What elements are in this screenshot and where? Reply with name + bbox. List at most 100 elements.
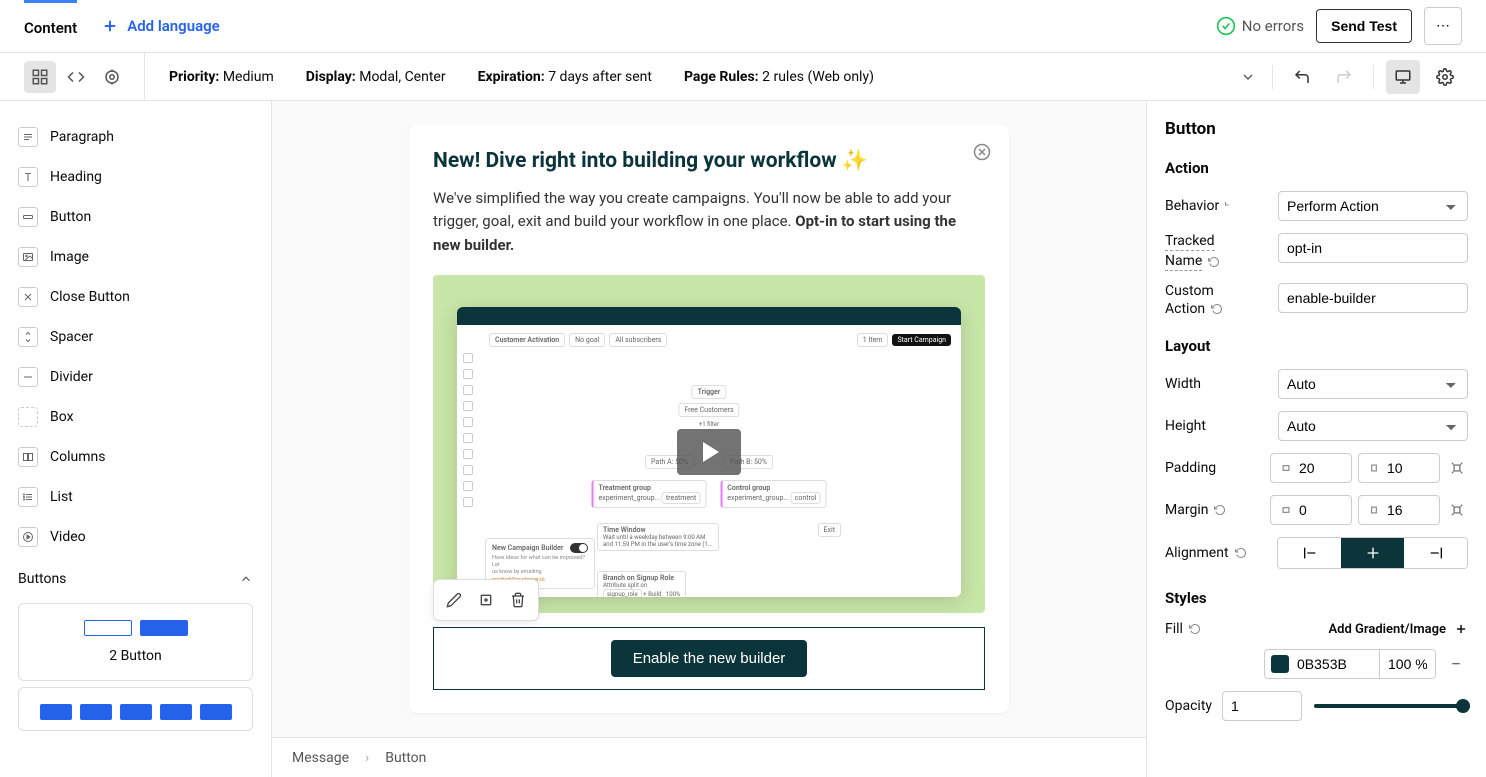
modal-preview: New! Dive right into building your workf… (409, 125, 1009, 713)
list-icon (18, 487, 38, 507)
heading-icon: T (18, 167, 38, 187)
block-heading[interactable]: T Heading (12, 157, 259, 197)
columns-icon (18, 447, 38, 467)
buttons-section-toggle[interactable]: Buttons (12, 557, 259, 597)
delete-block-button[interactable] (504, 586, 532, 614)
plus-icon (1454, 622, 1468, 636)
divider-icon (18, 367, 38, 387)
edit-block-button[interactable] (440, 586, 468, 614)
tracked-name-input[interactable] (1278, 233, 1468, 263)
add-language-label: Add language (127, 17, 220, 35)
undo-button[interactable] (1285, 60, 1319, 94)
color-swatch[interactable] (1271, 655, 1289, 673)
block-video[interactable]: Video (12, 517, 259, 557)
block-close-button[interactable]: Close Button (12, 277, 259, 317)
desktop-icon (1394, 68, 1412, 86)
block-paragraph[interactable]: Paragraph (12, 117, 259, 157)
tab-content[interactable]: Content (24, 0, 77, 52)
config-priority[interactable]: Priority: Medium (169, 69, 274, 85)
config-page-rules[interactable]: Page Rules: 2 rules (Web only) (684, 69, 874, 85)
height-select[interactable]: Auto (1278, 411, 1468, 441)
block-divider[interactable]: Divider (12, 357, 259, 397)
block-spacer[interactable]: Spacer (12, 317, 259, 357)
margin-label: Margin (1165, 502, 1226, 518)
modal-close-button[interactable] (973, 143, 991, 161)
device-desktop-button[interactable] (1386, 60, 1420, 94)
breadcrumb: Message › Button (272, 737, 1146, 777)
block-label: Close Button (50, 289, 130, 305)
video-icon (18, 527, 38, 547)
config-expand-button[interactable] (1236, 61, 1260, 93)
fill-color-input[interactable] (1264, 649, 1436, 679)
alignment-label: Alignment (1165, 545, 1247, 561)
margin-h-input[interactable] (1270, 495, 1352, 525)
config-display[interactable]: Display: Modal, Center (306, 69, 446, 85)
play-button[interactable] (677, 429, 741, 475)
block-label: Divider (50, 369, 93, 385)
reset-icon[interactable] (1189, 623, 1201, 635)
block-image[interactable]: Image (12, 237, 259, 277)
align-center-button[interactable] (1341, 538, 1404, 568)
enable-builder-button[interactable]: Enable the new builder (611, 640, 808, 677)
reset-icon[interactable] (1208, 256, 1220, 268)
check-circle-icon (1216, 16, 1236, 36)
chevron-right-icon: › (365, 750, 369, 766)
add-language-button[interactable]: Add language (101, 17, 220, 35)
view-code-button[interactable] (60, 61, 92, 93)
block-label: Paragraph (50, 129, 114, 145)
padding-v-input[interactable] (1358, 453, 1440, 483)
align-right-button[interactable] (1404, 538, 1467, 568)
view-target-button[interactable] (96, 61, 128, 93)
margin-h-icon (1279, 503, 1293, 517)
config-expiration[interactable]: Expiration: 7 days after sent (478, 69, 652, 85)
color-hex-input[interactable] (1289, 650, 1379, 678)
block-list[interactable]: List (12, 477, 259, 517)
reset-icon[interactable] (1235, 547, 1247, 559)
video-block[interactable]: Customer Activation No goal All subscrib… (433, 275, 985, 613)
color-opacity-input[interactable] (1379, 650, 1435, 678)
view-blocks-button[interactable] (24, 61, 56, 93)
button-icon (18, 207, 38, 227)
breadcrumb-button[interactable]: Button (385, 750, 426, 766)
opacity-input[interactable] (1222, 691, 1302, 721)
no-errors-label: No errors (1242, 17, 1304, 35)
add-gradient-button[interactable]: Add Gradient/Image (1328, 622, 1468, 637)
reset-icon[interactable] (1211, 303, 1223, 315)
width-select[interactable]: Auto (1278, 369, 1468, 399)
selected-button-block[interactable]: Enable the new builder (433, 627, 985, 690)
align-left-icon (1302, 545, 1318, 561)
align-right-icon (1428, 545, 1444, 561)
settings-button[interactable] (1428, 60, 1462, 94)
custom-action-input[interactable] (1278, 283, 1468, 313)
redo-button[interactable] (1327, 60, 1361, 94)
block-box[interactable]: Box (12, 397, 259, 437)
modal-title[interactable]: New! Dive right into building your workf… (433, 149, 985, 173)
pencil-icon (446, 592, 462, 608)
two-button-preset[interactable]: 2 Button (18, 603, 253, 681)
padding-label: Padding (1165, 460, 1216, 476)
send-test-button[interactable]: Send Test (1316, 9, 1412, 43)
chevron-up-icon (239, 572, 253, 586)
blocks-panel: Paragraph T Heading Button Image Close Bu… (0, 101, 272, 777)
width-label: Width (1165, 376, 1201, 392)
margin-expand-button[interactable] (1446, 499, 1468, 521)
more-menu-button[interactable]: ⋯ (1424, 7, 1462, 45)
opacity-slider[interactable] (1314, 704, 1468, 708)
padding-h-input[interactable] (1270, 453, 1352, 483)
duplicate-block-button[interactable] (472, 586, 500, 614)
block-label: Heading (50, 169, 102, 185)
modal-body-text[interactable]: We've simplified the way you create camp… (433, 187, 985, 257)
padding-expand-button[interactable] (1446, 457, 1468, 479)
reset-icon[interactable] (1225, 200, 1237, 212)
breadcrumb-message[interactable]: Message (292, 750, 349, 766)
remove-fill-button[interactable]: − (1444, 652, 1468, 676)
block-columns[interactable]: Columns (12, 437, 259, 477)
gear-icon (1436, 68, 1454, 86)
margin-v-input[interactable] (1358, 495, 1440, 525)
block-button[interactable]: Button (12, 197, 259, 237)
reset-icon[interactable] (1214, 504, 1226, 516)
behavior-select[interactable]: Perform Action (1278, 191, 1468, 221)
behavior-label: Behavior (1165, 198, 1237, 214)
button-row-preset[interactable] (18, 687, 253, 731)
align-left-button[interactable] (1278, 538, 1341, 568)
